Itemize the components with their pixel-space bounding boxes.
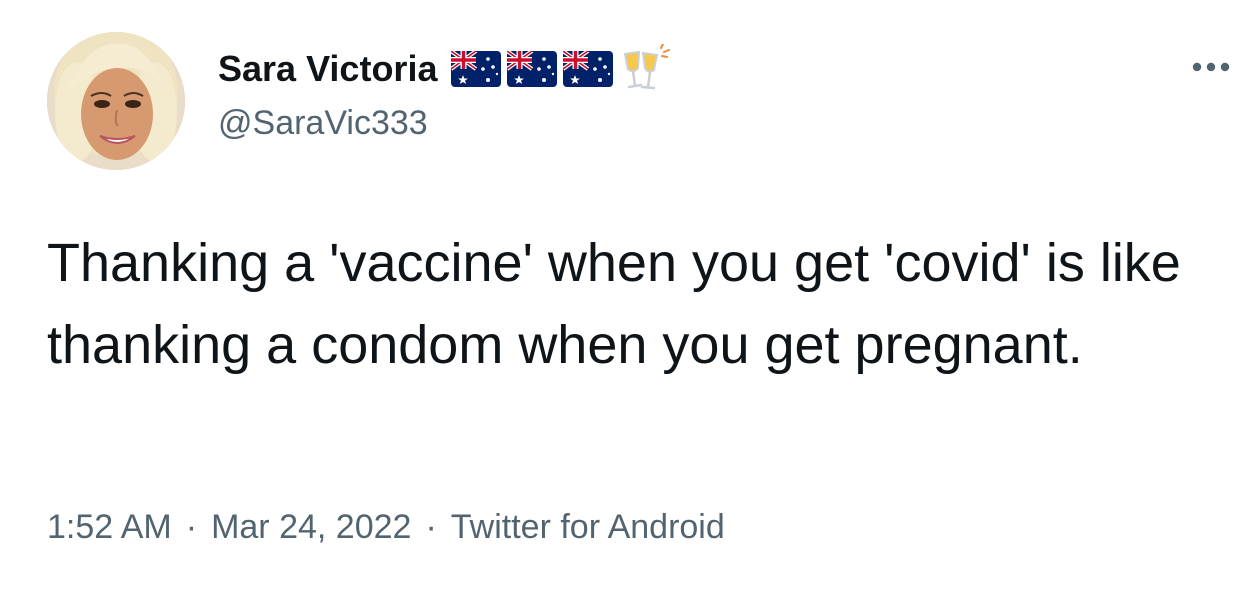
tweet-date[interactable]: Mar 24, 2022: [211, 508, 411, 547]
avatar[interactable]: [47, 32, 185, 170]
display-name[interactable]: Sara Victoria: [218, 48, 437, 90]
meta-separator: ·: [425, 508, 437, 546]
tweet-source-link[interactable]: Twitter for Android: [451, 508, 725, 547]
tweet-time[interactable]: 1:52 AM: [47, 508, 172, 547]
user-handle[interactable]: @SaraVic333: [218, 104, 428, 143]
name-row: Sara Victoria: [218, 44, 671, 94]
avatar-image: [47, 32, 185, 170]
australia-flag-icon: [563, 51, 614, 87]
australia-flag-icon: [507, 51, 558, 87]
more-horizontal-icon: [1192, 62, 1230, 72]
tweet-card: Sara Victoria @SaraVic333 Thanking a 'va…: [0, 0, 1246, 598]
meta-separator: ·: [185, 508, 198, 546]
more-options-button[interactable]: [1188, 52, 1234, 82]
australia-flag-icon: [451, 51, 502, 87]
tweet-text: Thanking a 'vaccine' when you get 'covid…: [47, 233, 1181, 375]
tweet-metadata: 1:52 AM · Mar 24, 2022 · Twitter for And…: [47, 508, 725, 547]
clinking-glasses-icon: [619, 44, 671, 94]
name-emoji-row: [451, 44, 671, 94]
